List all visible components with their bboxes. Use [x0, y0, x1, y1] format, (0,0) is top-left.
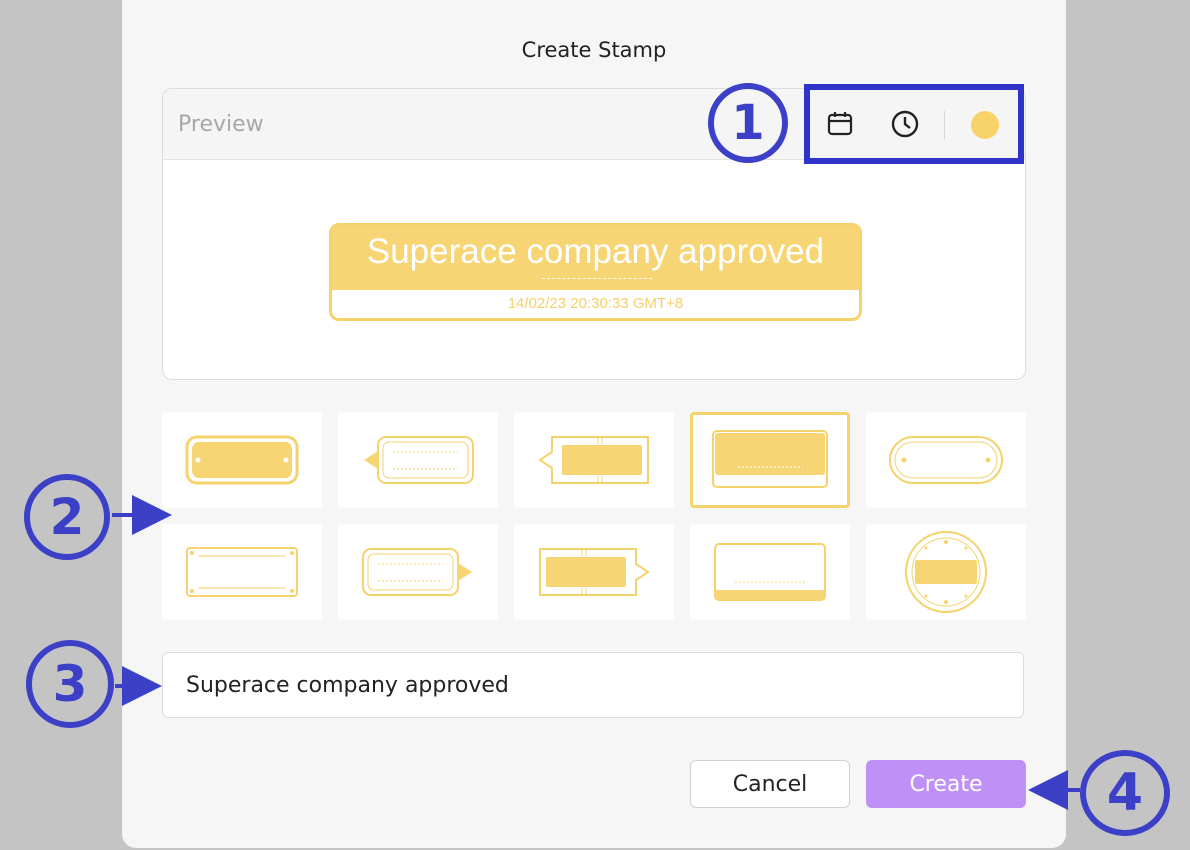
template-10[interactable]	[866, 524, 1026, 620]
callout-1: 1	[708, 83, 788, 163]
template-9[interactable]	[690, 524, 850, 620]
template-6[interactable]	[162, 524, 322, 620]
stamp-text: Superace company approved	[366, 232, 825, 271]
template-4[interactable]	[690, 412, 850, 508]
create-button[interactable]: Create	[866, 760, 1026, 808]
stamp-text-input[interactable]	[162, 652, 1024, 718]
callout-2: 2	[24, 474, 110, 560]
callout-3: 3	[26, 640, 114, 728]
stamp-date: 14/02/23 20:30:33 GMT+8	[507, 295, 684, 312]
template-1[interactable]	[162, 412, 322, 508]
stamp-separator	[542, 278, 652, 280]
template-3[interactable]	[514, 412, 674, 508]
template-8[interactable]	[514, 524, 674, 620]
dialog-title: Create Stamp	[521, 38, 667, 62]
preview-label: Preview	[178, 112, 264, 137]
callout-4: 4	[1080, 750, 1170, 836]
template-7[interactable]	[338, 524, 498, 620]
stamp-preview: Superace company approved 14/02/23 20:30…	[329, 223, 862, 321]
toolbar-highlight-box	[804, 84, 1024, 164]
cancel-button[interactable]: Cancel	[690, 760, 850, 808]
template-5[interactable]	[866, 412, 1026, 508]
template-2[interactable]	[338, 412, 498, 508]
